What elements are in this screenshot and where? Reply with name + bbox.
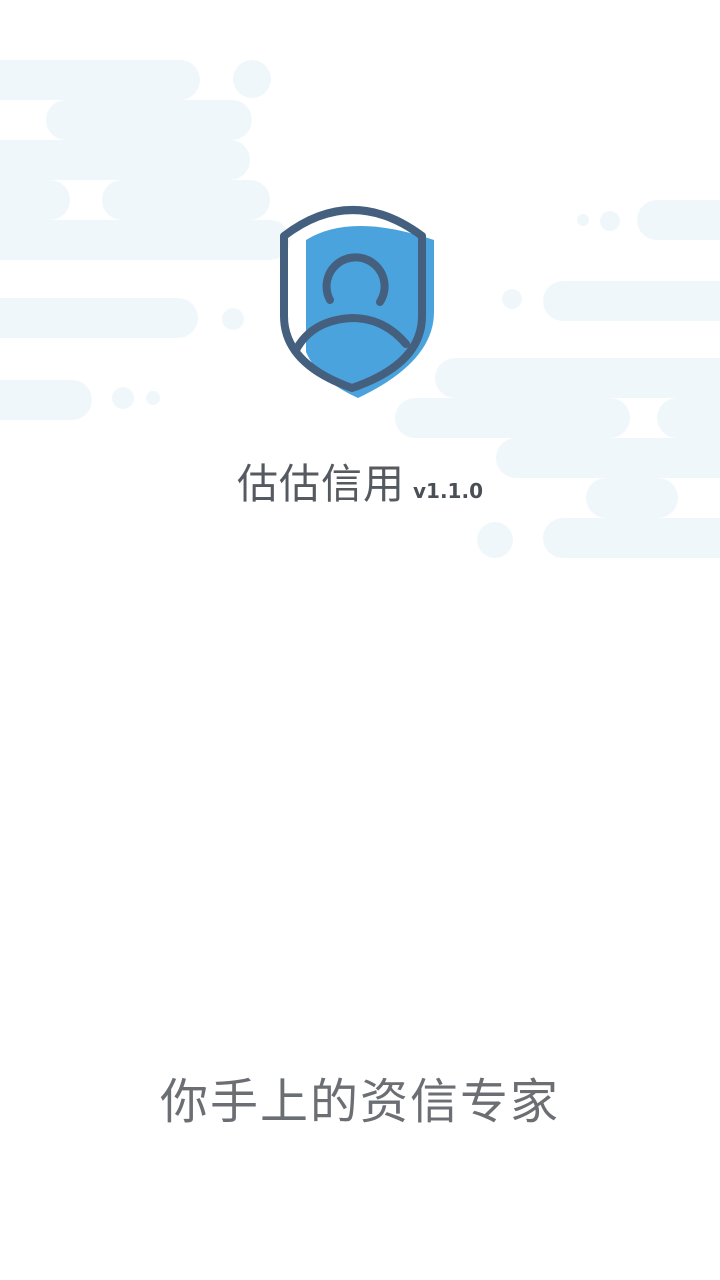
app-name: 估估信用 bbox=[237, 460, 405, 508]
slogan: 你手上的资信专家 bbox=[159, 1074, 560, 1130]
app-version: v1.1.0 bbox=[413, 479, 483, 503]
app-title: 估估信用 v1.1.0 bbox=[0, 450, 720, 510]
shield-user-icon bbox=[280, 206, 434, 398]
